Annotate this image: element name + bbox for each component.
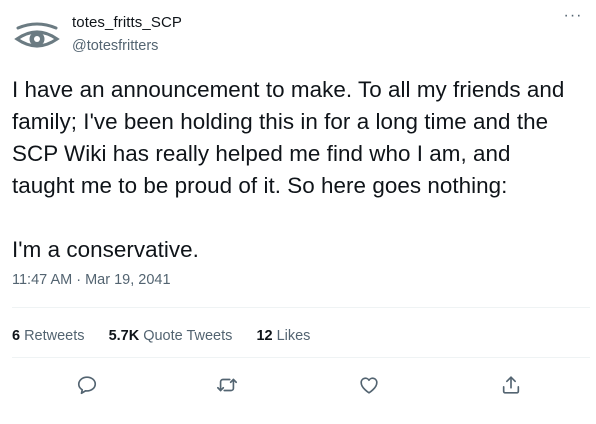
avatar[interactable] bbox=[12, 11, 62, 61]
retweets-count: 6 bbox=[12, 328, 21, 344]
like-button[interactable] bbox=[354, 370, 384, 400]
reply-icon bbox=[77, 376, 97, 395]
share-button[interactable] bbox=[496, 370, 526, 400]
retweet-icon bbox=[217, 378, 237, 392]
tweet-text-line: taught me to be proud of it. So here goe… bbox=[12, 173, 508, 198]
divider bbox=[12, 357, 590, 358]
tweet-text: I have an announcement to make. To all m… bbox=[12, 74, 590, 266]
tweet-timestamp[interactable]: 11:47 AM · Mar 19, 2041 bbox=[12, 272, 171, 288]
user-handle[interactable]: @totesfritters bbox=[72, 38, 158, 54]
quote-tweets-stat[interactable]: 5.7K Quote Tweets bbox=[109, 328, 233, 344]
likes-stat[interactable]: 12 Likes bbox=[256, 328, 310, 344]
tweet-text-line: I have an announcement to make. To all m… bbox=[12, 77, 565, 102]
tweet-actions bbox=[0, 370, 596, 400]
eye-logo-icon bbox=[12, 11, 62, 61]
retweets-stat[interactable]: 6 Retweets bbox=[12, 328, 85, 344]
like-icon bbox=[360, 377, 378, 394]
retweet-button[interactable] bbox=[212, 370, 242, 400]
divider bbox=[12, 307, 590, 308]
quote-tweets-count: 5.7K bbox=[108, 328, 140, 344]
likes-label: Likes bbox=[276, 328, 311, 344]
retweets-label: Retweets bbox=[24, 328, 85, 344]
quote-tweets-label: Quote Tweets bbox=[143, 328, 233, 344]
display-name[interactable]: totes_fritts_SCP bbox=[72, 14, 182, 31]
tweet-text-line: I'm a conservative. bbox=[12, 237, 199, 262]
tweet-text-line: family; I've been holding this in for a … bbox=[12, 109, 549, 134]
more-options-button[interactable]: ··· bbox=[560, 6, 586, 26]
tweet-stats: 6 Retweets 5.7K Quote Tweets 12 Likes bbox=[12, 328, 330, 344]
reply-button[interactable] bbox=[72, 370, 102, 400]
share-icon bbox=[502, 376, 520, 394]
likes-count: 12 bbox=[256, 328, 273, 344]
tweet-card: totes_fritts_SCP @totesfritters ··· I ha… bbox=[0, 0, 596, 424]
tweet-text-line: SCP Wiki has really helped me find who I… bbox=[12, 141, 511, 166]
